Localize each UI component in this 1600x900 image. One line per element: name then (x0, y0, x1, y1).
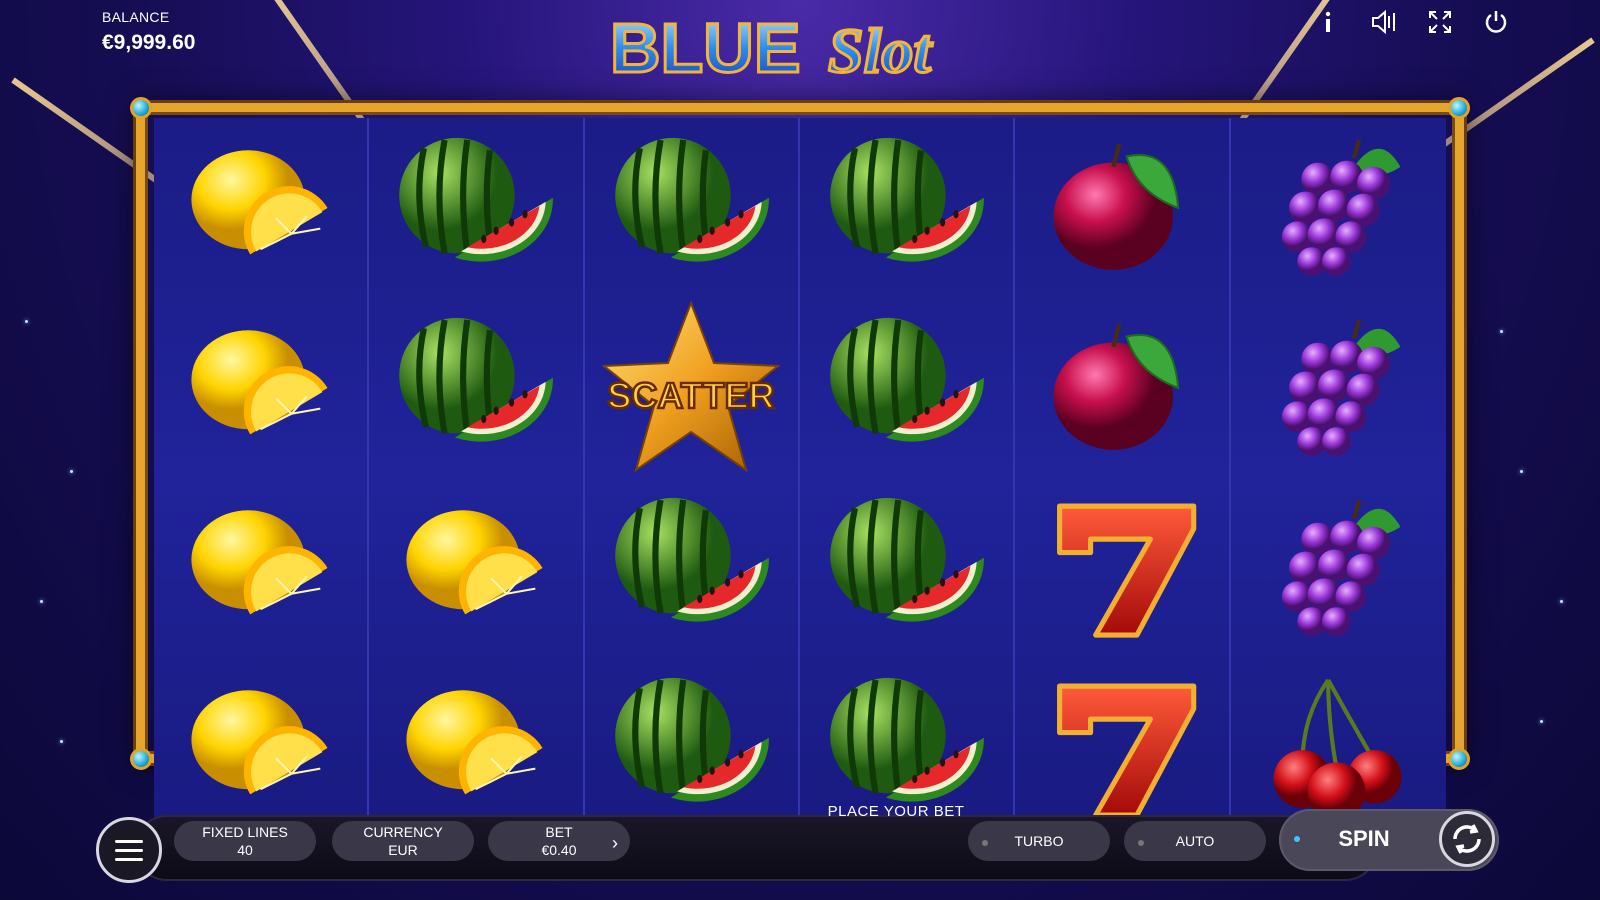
bet-selector[interactable]: BET €0.40 (488, 821, 630, 861)
menu-icon-line (115, 857, 143, 861)
plum-symbol (1015, 298, 1228, 478)
watermelon-symbol (800, 478, 1013, 658)
reel-6 (1230, 118, 1446, 838)
scatter-symbol: SCATTER (585, 298, 798, 478)
reels-grid: SCATTER (154, 118, 1446, 838)
balance-value: €9,999.60 (102, 31, 196, 54)
seven-symbol (1015, 478, 1228, 658)
lemon-symbol (154, 298, 367, 478)
menu-button[interactable] (96, 817, 162, 883)
watermelon-symbol (800, 118, 1013, 298)
turbo-toggle[interactable]: TURBO (968, 821, 1110, 861)
power-icon[interactable] (1482, 8, 1510, 36)
status-message: PLACE YOUR BET (827, 803, 965, 820)
balance-label: BALANCE (102, 9, 170, 25)
reel-3: SCATTER (584, 118, 800, 838)
fixed-lines-display: FIXED LINES 40 (174, 821, 316, 861)
control-bar: PLACE YOUR BET FIXED LINES 40 CURRENCY E… (96, 803, 1506, 887)
reel-5 (1015, 118, 1231, 838)
turbo-indicator (982, 840, 988, 846)
frame-gem (1448, 97, 1470, 119)
watermelon-symbol (800, 298, 1013, 478)
spin-label: SPIN (1338, 826, 1390, 851)
spin-indicator (1294, 836, 1300, 842)
bet-value: €0.40 (541, 842, 577, 858)
currency-value: EUR (388, 842, 418, 858)
lemon-symbol (154, 118, 367, 298)
logo-word-slot: Slot (828, 15, 933, 86)
menu-icon-line (115, 848, 143, 852)
lemon-symbol (369, 478, 582, 658)
fixed-lines-label: FIXED LINES (202, 824, 288, 840)
plum-symbol (1015, 118, 1228, 298)
balance-display: BALANCE €9,999.60 (102, 9, 195, 55)
spin-refresh-icon[interactable] (1439, 811, 1495, 867)
grapes-symbol (1231, 478, 1446, 658)
game-logo: BLUE Slot (610, 8, 935, 87)
top-toolbar (1314, 8, 1510, 36)
currency-display: CURRENCY EUR (332, 821, 474, 861)
bet-label: BET (545, 824, 573, 840)
watermelon-symbol (585, 118, 798, 298)
scatter-label: SCATTER (608, 375, 775, 416)
logo-word-blue: BLUE (610, 9, 801, 86)
sound-icon[interactable] (1370, 8, 1398, 36)
bet-increase-arrow-icon[interactable]: › (612, 833, 618, 854)
reel-1 (154, 118, 370, 838)
watermelon-symbol (369, 298, 582, 478)
grapes-symbol (1231, 298, 1446, 478)
watermelon-symbol (369, 118, 582, 298)
reel-4 (799, 118, 1016, 838)
frame-gem (130, 97, 152, 119)
turbo-label: TURBO (1014, 833, 1064, 849)
frame-gem (1448, 748, 1470, 770)
grapes-symbol (1231, 118, 1446, 298)
spin-button[interactable]: SPIN (1279, 809, 1499, 871)
auto-label: AUTO (1175, 833, 1215, 849)
lemon-symbol (154, 478, 367, 658)
menu-icon-line (115, 839, 143, 843)
info-icon[interactable] (1314, 8, 1342, 36)
watermelon-symbol (585, 478, 798, 658)
frame-gem (130, 748, 152, 770)
reel-2 (369, 118, 585, 838)
fixed-lines-value: 40 (237, 842, 253, 858)
fullscreen-icon[interactable] (1426, 8, 1454, 36)
auto-indicator (1138, 840, 1144, 846)
currency-label: CURRENCY (363, 824, 443, 840)
auto-toggle[interactable]: AUTO (1124, 821, 1266, 861)
